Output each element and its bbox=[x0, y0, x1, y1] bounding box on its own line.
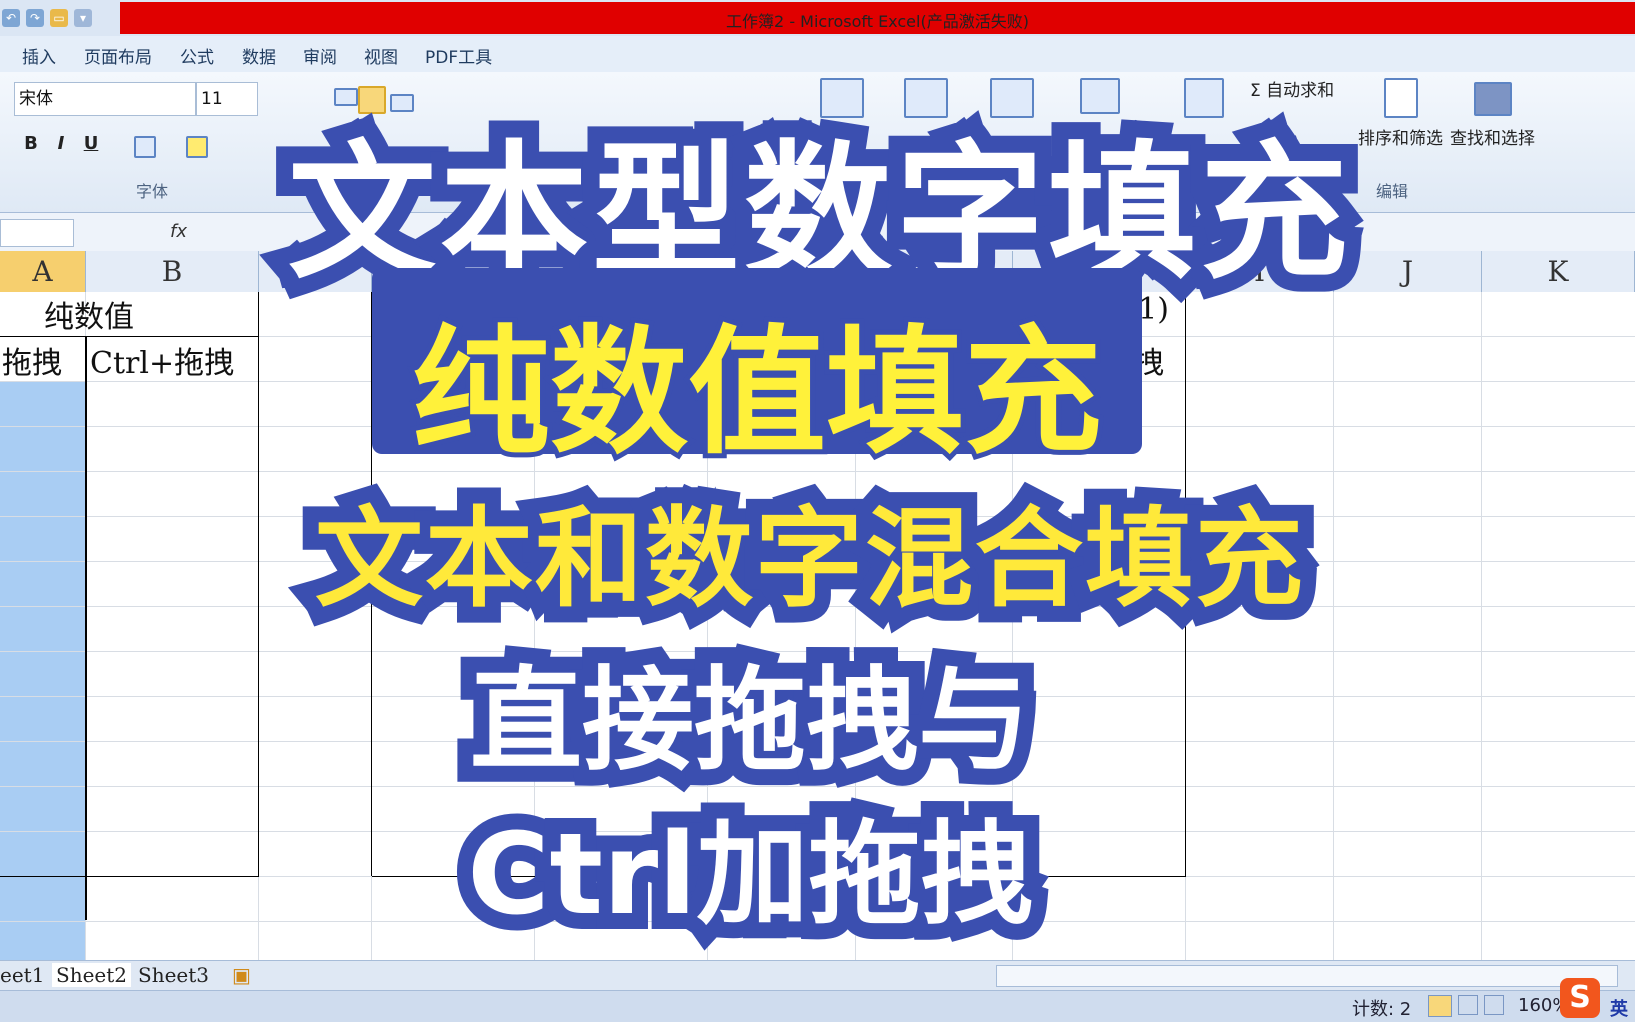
customize-qat-icon[interactable]: ▾ bbox=[74, 9, 92, 27]
tab-pdf-tools[interactable]: PDF工具 bbox=[425, 43, 492, 68]
name-box[interactable] bbox=[0, 219, 74, 247]
status-bar: 计数: 2 160% 英 bbox=[0, 990, 1635, 1022]
tab-view[interactable]: 视图 bbox=[364, 43, 398, 68]
borders-icon[interactable] bbox=[134, 136, 156, 158]
overlay-drag-direct: 直接拖拽与 bbox=[454, 640, 1046, 802]
column-header-k[interactable]: K bbox=[1482, 251, 1635, 292]
column-header-a[interactable]: A bbox=[0, 251, 86, 292]
bold-button[interactable]: B bbox=[18, 130, 44, 158]
sheet-tab-sheet2[interactable]: Sheet2 bbox=[52, 963, 132, 987]
tab-page-layout[interactable]: 页面布局 bbox=[84, 43, 152, 68]
undo-icon[interactable]: ↶ bbox=[2, 9, 20, 27]
sheet-tab-sheet3[interactable]: Sheet3 bbox=[138, 963, 209, 987]
overlay-ctrl-drag: Ctrl加拖拽 bbox=[451, 794, 1048, 956]
italic-button[interactable]: I bbox=[48, 130, 74, 158]
insert-sheet-icon[interactable]: ▣ bbox=[232, 963, 251, 987]
font-group-label: 字体 bbox=[136, 182, 169, 201]
title-highlight: 工作簿2 - Microsoft Excel(产品激活失败) bbox=[120, 2, 1635, 34]
horizontal-scrollbar[interactable] bbox=[996, 965, 1618, 987]
open-folder-icon[interactable]: ▭ bbox=[50, 9, 68, 27]
tab-formulas[interactable]: 公式 bbox=[180, 43, 214, 68]
insert-function-button[interactable]: fx bbox=[170, 221, 187, 242]
tab-data[interactable]: 数据 bbox=[242, 43, 276, 68]
overlay-subtitle-mixed: 文本和数字混合填充 bbox=[299, 481, 1319, 638]
sheet-tab-sheet1[interactable]: eet1 bbox=[0, 963, 44, 987]
cell-a2[interactable]: 拖拽 bbox=[2, 338, 62, 382]
status-count: 计数: 2 bbox=[1352, 999, 1412, 1020]
tab-insert[interactable]: 插入 bbox=[22, 43, 56, 68]
cell-a1[interactable]: 纯数值 bbox=[44, 292, 134, 336]
quick-access-toolbar: ↶ ↷ ▭ ▾ bbox=[0, 4, 122, 32]
ime-indicator[interactable]: 英 bbox=[1610, 995, 1628, 1021]
sogou-ime-icon[interactable]: S bbox=[1560, 978, 1600, 1018]
page-break-view-icon[interactable] bbox=[1484, 995, 1504, 1015]
redo-icon[interactable]: ↷ bbox=[26, 9, 44, 27]
title-bar: ↶ ↷ ▭ ▾ 工作簿2 - Microsoft Excel(产品激活失败) bbox=[0, 0, 1635, 36]
cell-b2[interactable]: Ctrl+拖拽 bbox=[90, 338, 234, 382]
window-title: 工作簿2 - Microsoft Excel(产品激活失败) bbox=[726, 12, 1029, 31]
normal-view-icon[interactable] bbox=[1428, 995, 1452, 1017]
binoculars-icon[interactable] bbox=[1474, 82, 1512, 116]
underline-button[interactable]: U bbox=[78, 130, 104, 158]
tab-review[interactable]: 审阅 bbox=[303, 43, 337, 68]
find-select-button[interactable]: 查找和选择 bbox=[1450, 124, 1535, 149]
ribbon-tabs: 插入 页面布局 公式 数据 审阅 视图 PDF工具 bbox=[0, 36, 1635, 73]
sheet-tab-bar: eet1 Sheet2 Sheet3 ▣ bbox=[0, 960, 1635, 991]
font-name-select[interactable]: 宋体 bbox=[14, 82, 196, 116]
overlay-subtitle-pure-number: 纯数值填充 bbox=[407, 307, 1107, 478]
fill-color-icon[interactable] bbox=[186, 136, 208, 158]
selected-column-a bbox=[0, 382, 86, 960]
page-layout-view-icon[interactable] bbox=[1458, 995, 1478, 1015]
